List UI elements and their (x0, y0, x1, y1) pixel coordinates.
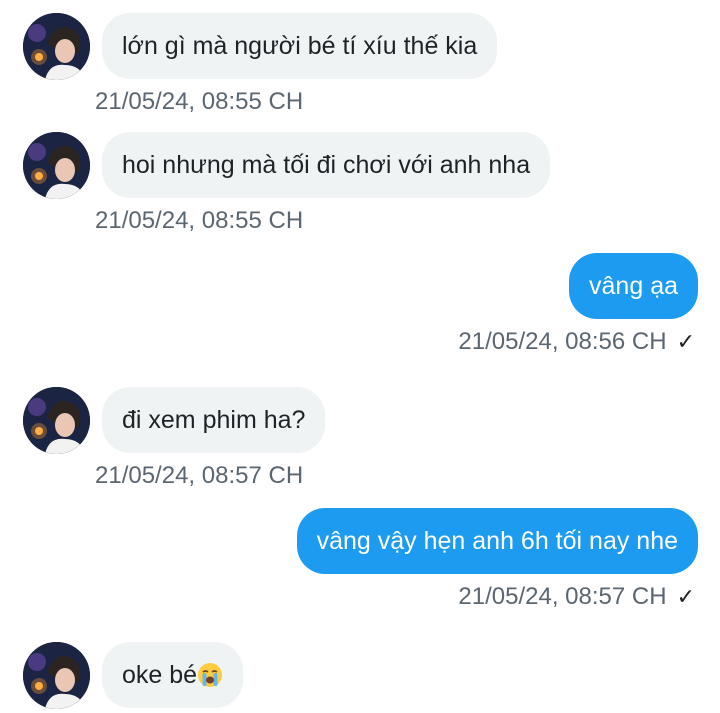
message-bubble[interactable]: hoi nhưng mà tối đi chơi với anh nha (102, 132, 551, 198)
sent-check-icon: ✓ (676, 329, 695, 354)
message-timestamp: 21/05/24, 08:57 CH (95, 461, 303, 491)
message-timestamp: 21/05/24, 08:55 CH (95, 87, 303, 117)
timestamp-text: 21/05/24, 08:57 CH (458, 583, 667, 610)
message-bubble[interactable]: đi xem phim ha? (102, 387, 326, 453)
timestamp-text: 21/05/24, 08:57 CH (95, 462, 304, 489)
timestamp-text: 21/05/24, 08:55 CH (95, 207, 304, 234)
message-text: oke bé (122, 661, 198, 689)
avatar[interactable] (23, 387, 90, 454)
sent-check-icon: ✓ (676, 584, 695, 609)
contact-photo-icon (23, 642, 90, 709)
contact-photo-icon (23, 13, 90, 80)
message-text: vâng ạa (589, 272, 678, 300)
avatar[interactable] (23, 642, 90, 709)
message-text: vâng vậy hẹn anh 6h tối nay nhe (316, 527, 678, 555)
message-timestamp: 21/05/24, 08:55 CH (95, 206, 303, 236)
avatar[interactable] (23, 132, 90, 199)
message-bubble[interactable]: lớn gì mà người bé tí xíu thế kia (102, 13, 498, 79)
timestamp-text: 21/05/24, 08:55 CH (95, 88, 304, 115)
message-bubble[interactable]: vâng vậy hẹn anh 6h tối nay nhe (296, 508, 698, 574)
message-timestamp: 21/05/24, 08:56 CH ✓ (458, 327, 695, 357)
avatar[interactable] (23, 13, 90, 80)
contact-photo-icon (23, 132, 90, 199)
message-text: đi xem phim ha? (122, 406, 306, 434)
message-bubble[interactable]: oke bé (102, 642, 244, 708)
loudly-crying-face-icon (198, 663, 223, 687)
chat-thread: lớn gì mà người bé tí xíu thế kia 21/05/… (0, 0, 720, 713)
contact-photo-icon (23, 387, 90, 454)
message-text: hoi nhưng mà tối đi chơi với anh nha (122, 151, 531, 179)
message-bubble[interactable]: vâng ạa (569, 253, 698, 319)
message-text: lớn gì mà người bé tí xíu thế kia (122, 32, 478, 60)
message-timestamp: 21/05/24, 08:57 CH ✓ (458, 582, 695, 612)
timestamp-text: 21/05/24, 08:56 CH (458, 328, 667, 355)
